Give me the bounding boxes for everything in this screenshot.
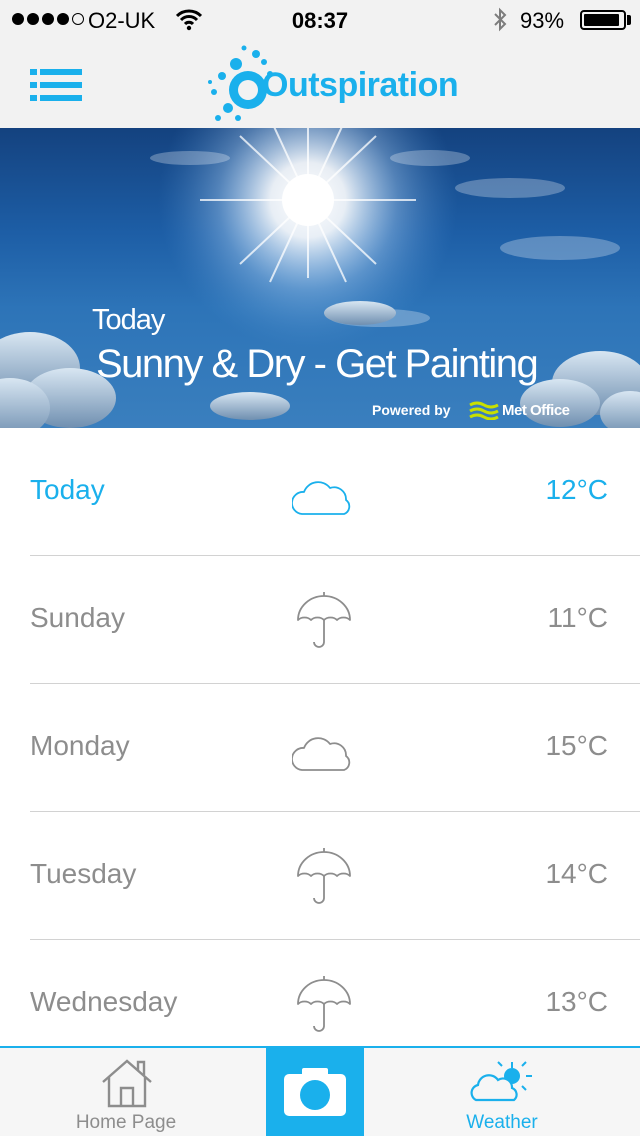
- sun-cloud-icon: [470, 1061, 532, 1102]
- hero-forecast-summary: Sunny & Dry - Get Painting: [96, 342, 539, 386]
- bluetooth-icon: [494, 7, 507, 32]
- forecast-row-sunday[interactable]: Sunday 11°C: [30, 556, 640, 684]
- tab-weather-label: Weather: [466, 1112, 538, 1133]
- forecast-day-label: Tuesday: [30, 858, 137, 889]
- forecast-day-label: Today: [30, 474, 105, 505]
- battery-level-fill: [584, 14, 619, 26]
- tab-weather[interactable]: Weather: [440, 1048, 564, 1136]
- menu-list-icon[interactable]: [30, 68, 82, 102]
- forecast-day-label: Sunday: [30, 602, 125, 633]
- tab-home-label: Home Page: [75, 1112, 177, 1133]
- outspiration-logo: Outspiration: [204, 40, 459, 128]
- app-header: Outspiration: [0, 40, 640, 128]
- met-office-logo: Met Office: [468, 400, 570, 420]
- powered-by-label: Powered by: [372, 402, 451, 418]
- tab-bar: Home Page Weather: [0, 1046, 640, 1136]
- umbrella-icon: [297, 848, 351, 904]
- forecast-day-label: Monday: [30, 730, 130, 761]
- status-bar: O2-UK 08:37 93%: [0, 0, 640, 40]
- weather-hero-banner: Today Sunny & Dry - Get Painting Powered…: [0, 128, 640, 428]
- cloud-icon: [292, 737, 351, 771]
- forecast-row-today[interactable]: Today 12°C: [30, 428, 640, 556]
- forecast-row-tuesday[interactable]: Tuesday 14°C: [30, 812, 640, 940]
- umbrella-icon: [297, 592, 351, 648]
- cloud-icon: [292, 481, 351, 515]
- forecast-temperature: 14°C: [545, 858, 608, 889]
- forecast-temperature: 15°C: [545, 730, 608, 761]
- forecast-temperature: 13°C: [545, 986, 608, 1017]
- umbrella-icon: [297, 976, 351, 1032]
- met-office-waves-icon: [469, 401, 499, 420]
- forecast-day-label: Wednesday: [30, 986, 178, 1017]
- forecast-temperature: 11°C: [547, 602, 608, 633]
- forecast-row-wednesday[interactable]: Wednesday 13°C: [30, 940, 640, 1046]
- battery-cap: [627, 15, 631, 25]
- tab-home-page[interactable]: Home Page: [56, 1048, 196, 1136]
- forecast-list: Today 12°C Sunday 11°C Monday 15°C Tuesday 14°C…: [0, 428, 640, 1046]
- forecast-row-monday[interactable]: Monday 15°C: [30, 684, 640, 812]
- logo-text: Outspiration: [262, 66, 459, 104]
- battery-icon: [580, 10, 626, 30]
- app-screen: O2-UK 08:37 93% Outspiration Today Sunny…: [0, 0, 640, 1136]
- tab-camera-button[interactable]: [266, 1046, 364, 1136]
- house-icon: [102, 1059, 152, 1108]
- forecast-temperature: 12°C: [545, 474, 608, 505]
- camera-icon: [284, 1068, 346, 1116]
- battery-percentage: 93%: [520, 8, 565, 33]
- met-office-text: Met Office: [502, 401, 570, 419]
- hero-day-label: Today: [92, 304, 165, 336]
